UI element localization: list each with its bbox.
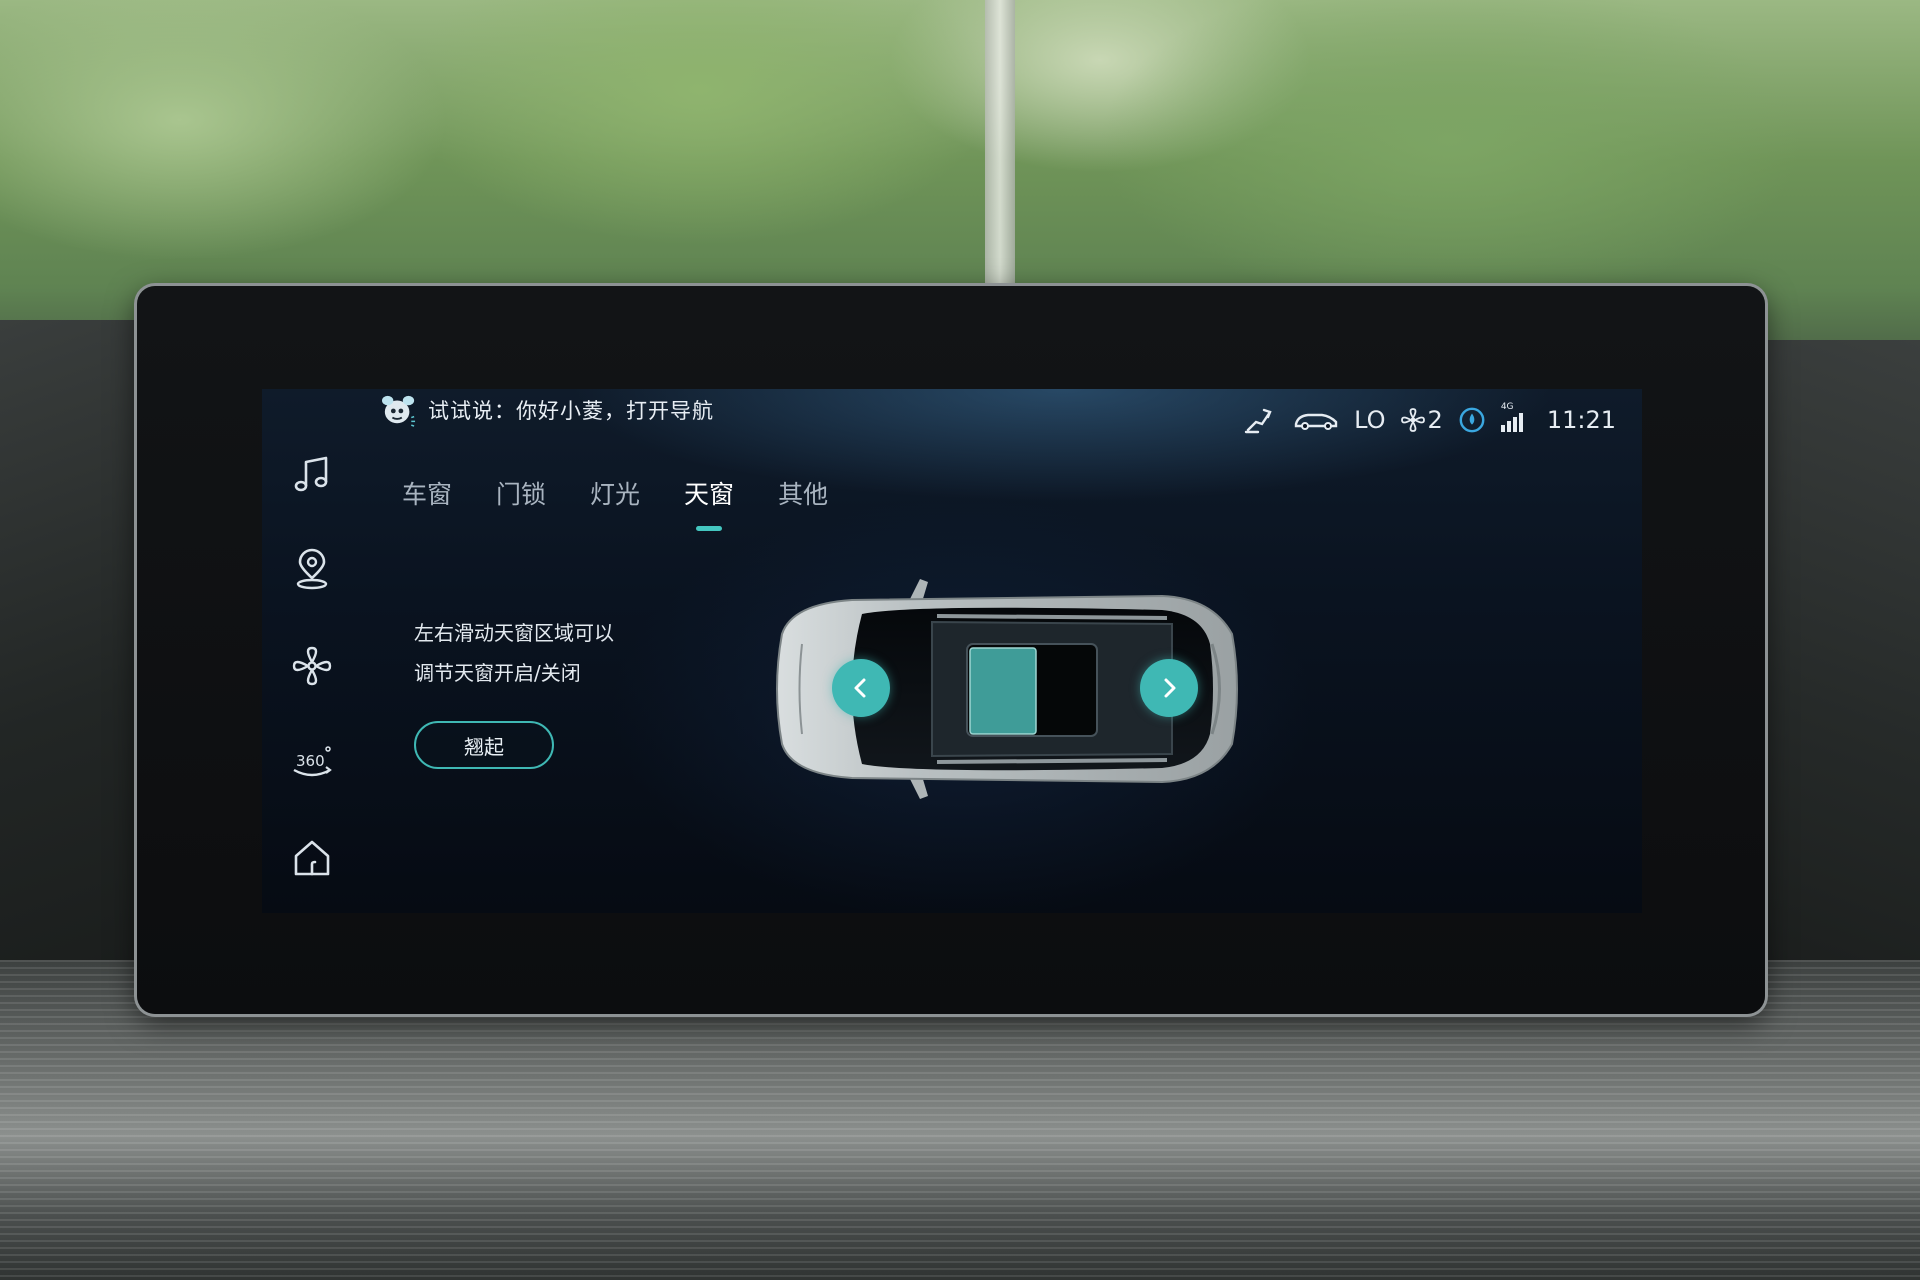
clock-text: 11:21 <box>1546 406 1616 434</box>
tab-other[interactable]: 其他 <box>778 475 828 531</box>
chevron-right-icon <box>1164 678 1176 698</box>
sunroof-hint: 左右滑动天窗区域可以 调节天窗开启/关闭 <box>414 613 614 693</box>
sidebar-item-camera-360[interactable]: 360 <box>282 732 342 792</box>
fan-speed-text: 2 <box>1427 406 1443 434</box>
sidebar: 360 <box>282 444 346 913</box>
dashboard-right-panel <box>1760 340 1920 960</box>
status-bar: LO 2 4G 11:21 <box>1244 402 1616 437</box>
map-pin-icon <box>296 548 328 590</box>
sunroof-close-button[interactable] <box>832 659 890 717</box>
fan-icon <box>292 646 332 686</box>
chevron-left-icon <box>854 678 866 698</box>
seat-recline-icon[interactable] <box>1244 406 1278 434</box>
sidebar-item-home[interactable] <box>282 828 342 888</box>
music-note-icon <box>294 456 328 492</box>
hint-line-1: 左右滑动天窗区域可以 <box>414 621 614 645</box>
mascot-icon <box>382 395 416 427</box>
signal-icon: 4G <box>1500 402 1523 432</box>
voice-assistant-bar[interactable]: 试试说：你好小菱，打开导航 <box>380 391 714 429</box>
car-airflow-icon[interactable] <box>1292 406 1340 434</box>
tab-windows[interactable]: 车窗 <box>402 475 452 531</box>
tilt-button[interactable]: 翘起 <box>414 721 554 769</box>
tab-lights[interactable]: 灯光 <box>590 475 640 531</box>
background-pole <box>985 0 1015 290</box>
home-icon <box>294 840 330 876</box>
fan-icon <box>1400 408 1425 432</box>
car-top-view <box>742 574 1262 804</box>
tab-door-locks[interactable]: 门锁 <box>496 475 546 531</box>
hint-line-2: 调节天窗开启/关闭 <box>414 661 581 685</box>
sidebar-item-navigation[interactable] <box>282 540 342 600</box>
tab-bar: 车窗 门锁 灯光 天窗 其他 <box>402 475 828 531</box>
tab-sunroof[interactable]: 天窗 <box>684 475 734 531</box>
climate-level-text[interactable]: LO <box>1354 406 1385 434</box>
dashboard-left-panel <box>0 320 150 960</box>
infotainment-screen: 试试说：你好小菱，打开导航 LO 2 4G 11:21 360 车窗 门锁 灯光… <box>262 389 1642 913</box>
camera-360-icon: 360 <box>293 746 332 777</box>
network-type-text: 4G <box>1500 402 1514 412</box>
svg-text:360: 360 <box>296 752 325 770</box>
fan-speed-indicator[interactable]: 2 <box>1400 406 1443 434</box>
voice-prompt-text: 试试说：你好小菱，打开导航 <box>428 399 714 423</box>
sunroof-open-button[interactable] <box>1140 659 1198 717</box>
sidebar-item-climate[interactable] <box>282 636 342 696</box>
sidebar-item-music[interactable] <box>282 444 342 504</box>
water-drop-icon[interactable] <box>1457 406 1487 434</box>
